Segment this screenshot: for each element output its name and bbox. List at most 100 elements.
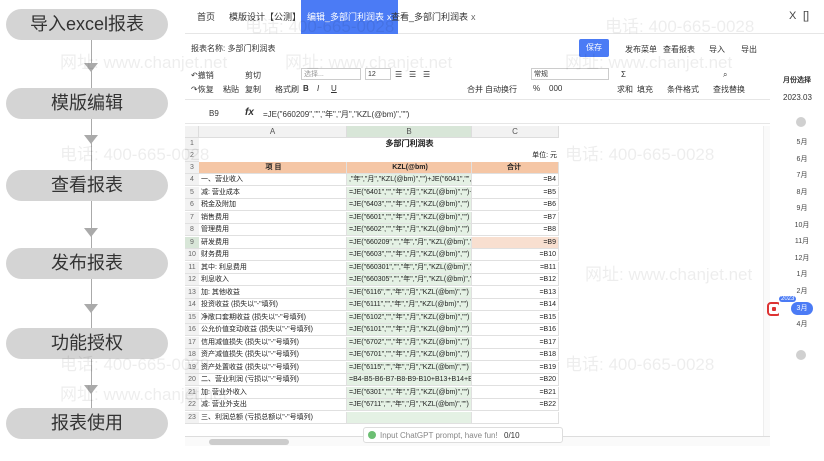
total-cell[interactable]: =B8 <box>472 224 559 236</box>
cut-button[interactable]: 剪切 <box>245 70 261 81</box>
row-number[interactable]: 23 <box>185 411 199 424</box>
item-cell[interactable]: 税金及附加 <box>199 199 347 211</box>
total-cell[interactable]: =B15 <box>472 311 559 324</box>
item-cell[interactable]: 一、营业收入 <box>199 174 347 186</box>
item-cell[interactable]: 利息收入 <box>199 274 347 286</box>
month-item[interactable]: 4月 <box>791 319 813 329</box>
row-number[interactable]: 3 <box>185 162 199 174</box>
item-cell[interactable]: 管理费用 <box>199 224 347 236</box>
fill-button[interactable]: 填充 <box>637 84 653 95</box>
row-number[interactable]: 19 <box>185 361 199 374</box>
formula-cell[interactable]: =JE("6602","","年","月","KZL(@bm)","") <box>347 224 472 236</box>
vertical-scrollbar[interactable] <box>763 126 770 436</box>
month-item[interactable]: 3月 <box>791 302 813 315</box>
formula-cell[interactable] <box>347 411 472 424</box>
month-item[interactable]: 8月 <box>791 187 813 197</box>
formula-cell[interactable]: =JE("6711","","年","月","KZL(@bm)","") <box>347 399 472 411</box>
save-button[interactable]: 保存 <box>579 39 609 57</box>
formula-cell[interactable]: =JE("6115","","年","月","KZL(@bm)","") <box>347 361 472 374</box>
row-number[interactable]: 12 <box>185 274 199 286</box>
total-cell[interactable]: =B17 <box>472 336 559 349</box>
month-item[interactable]: 9月 <box>791 203 813 213</box>
row-number[interactable]: 5 <box>185 186 199 199</box>
total-cell[interactable]: =B11 <box>472 261 559 274</box>
month-item[interactable]: 12月 <box>791 253 813 263</box>
header-cell[interactable]: 项 目 <box>199 162 347 174</box>
view-report-button[interactable]: 查看报表 <box>663 44 695 55</box>
sum-button[interactable]: 求和 <box>617 84 633 95</box>
row-number[interactable]: 7 <box>185 211 199 224</box>
total-cell[interactable]: =B10 <box>472 249 559 261</box>
item-cell[interactable]: 二、营业利润 (亏损以"-"号填列) <box>199 374 347 386</box>
formula-cell[interactable]: =JE("6403","","年","月","KZL(@bm)","") <box>347 199 472 211</box>
item-cell[interactable]: 研发费用 <box>199 236 347 249</box>
month-item[interactable]: 11月 <box>791 236 813 246</box>
font-size-select[interactable]: 12 <box>365 68 391 80</box>
merge-button[interactable]: 合并 <box>467 84 483 95</box>
formula-cell[interactable]: ,"年","月","KZL(@bm)","")+JE("6041","","年"… <box>347 174 472 186</box>
redo-button[interactable]: ↷恢复 <box>191 84 214 95</box>
month-item[interactable]: 5月 <box>791 137 813 147</box>
item-cell[interactable]: 投资收益 (损失以"-"填列) <box>199 299 347 311</box>
formula-cell[interactable]: =JE("6702","","年","月","KZL(@bm)","") <box>347 336 472 349</box>
row-number[interactable]: 17 <box>185 336 199 349</box>
total-cell[interactable]: =B13 <box>472 286 559 299</box>
row-number[interactable]: 21 <box>185 386 199 399</box>
item-cell[interactable]: 资产减值损失 (损失以"-"号填列) <box>199 349 347 361</box>
item-cell[interactable]: 减: 营业成本 <box>199 186 347 199</box>
scroll-up-icon[interactable] <box>796 117 806 127</box>
font-family-select[interactable]: 选择... <box>301 68 361 80</box>
formula-cell[interactable]: =JE("6116","","年","月","KZL(@bm)","") <box>347 286 472 299</box>
tab-view-report[interactable]: 查看_多部门利润表 x <box>385 0 482 34</box>
formula-cell[interactable]: =JE("6102","","年","月","KZL(@bm)","") <box>347 311 472 324</box>
total-cell[interactable]: =B4 <box>472 174 559 186</box>
item-cell[interactable]: 三、利润总额 (亏损总额以"-"号填列) <box>199 411 347 424</box>
column-header[interactable]: A <box>199 126 347 138</box>
chatgpt-prompt-bar[interactable]: Input ChatGPT prompt, have fun! 0/10 <box>363 427 563 443</box>
export-button[interactable]: 导出 <box>741 44 757 55</box>
corner-cell[interactable] <box>185 126 199 138</box>
month-item[interactable]: 6月 <box>791 154 813 164</box>
underline-button[interactable]: U <box>331 84 337 93</box>
align-center-icon[interactable]: ☰ <box>409 70 416 79</box>
column-header[interactable]: B <box>347 126 472 138</box>
conditional-format-button[interactable]: 条件格式 <box>667 84 699 95</box>
total-cell[interactable]: =B19 <box>472 361 559 374</box>
formula-cell[interactable]: =JE("660305","","年","月","KZL(@bm)","") <box>347 274 472 286</box>
formula-input[interactable]: =JE("660209","","年","月","KZL(@bm)","") <box>263 109 409 120</box>
formula-cell[interactable]: =JE("6401","","年","月","KZL(@bm)","")+JE(… <box>347 186 472 199</box>
row-number[interactable]: 16 <box>185 324 199 336</box>
total-cell[interactable]: =B16 <box>472 324 559 336</box>
formula-cell[interactable]: =JE("6111","","年","月","KZL(@bm)","") <box>347 299 472 311</box>
row-number[interactable]: 9 <box>185 236 199 249</box>
row-number[interactable]: 1 <box>185 138 199 150</box>
month-item[interactable]: 2月 <box>791 286 813 296</box>
cell-reference[interactable]: B9 <box>209 109 219 118</box>
window-close-icon[interactable]: X <box>789 10 796 22</box>
item-cell[interactable]: 销售费用 <box>199 211 347 224</box>
bold-button[interactable]: B <box>303 84 309 93</box>
publish-menu-button[interactable]: 发布菜单 <box>625 44 657 55</box>
formula-cell[interactable]: =JE("6603","","年","月","KZL(@bm)","") <box>347 249 472 261</box>
row-number[interactable]: 6 <box>185 199 199 211</box>
column-header[interactable]: C <box>472 126 559 138</box>
total-cell[interactable]: =B7 <box>472 211 559 224</box>
total-cell[interactable]: =B5 <box>472 186 559 199</box>
italic-button[interactable]: I <box>317 84 319 93</box>
window-maximize-icon[interactable]: [] <box>803 10 809 22</box>
align-left-icon[interactable]: ☰ <box>395 70 402 79</box>
format-brush-button[interactable]: 格式刷 <box>275 84 299 95</box>
total-cell[interactable]: =B6 <box>472 199 559 211</box>
formula-cell[interactable]: =JE("6301","","年","月","KZL(@bm)","") <box>347 386 472 399</box>
find-replace-button[interactable]: 查找替换 <box>713 84 745 95</box>
item-cell[interactable]: 信用减值损失 (损失以"-"号填列) <box>199 336 347 349</box>
row-number[interactable]: 20 <box>185 374 199 386</box>
row-number[interactable]: 15 <box>185 311 199 324</box>
row-number[interactable]: 10 <box>185 249 199 261</box>
scrollbar-thumb[interactable] <box>209 439 289 445</box>
month-item[interactable]: 7月 <box>791 170 813 180</box>
spreadsheet-grid[interactable]: A B C 1 多部门利润表 2 单位: 元 3 项 目 KZL(@bm) 合计… <box>185 126 770 451</box>
total-cell[interactable] <box>472 411 559 424</box>
tab-edit-report[interactable]: 编辑_多部门利润表 x <box>301 0 398 34</box>
undo-button[interactable]: ↶撤销 <box>191 70 214 81</box>
